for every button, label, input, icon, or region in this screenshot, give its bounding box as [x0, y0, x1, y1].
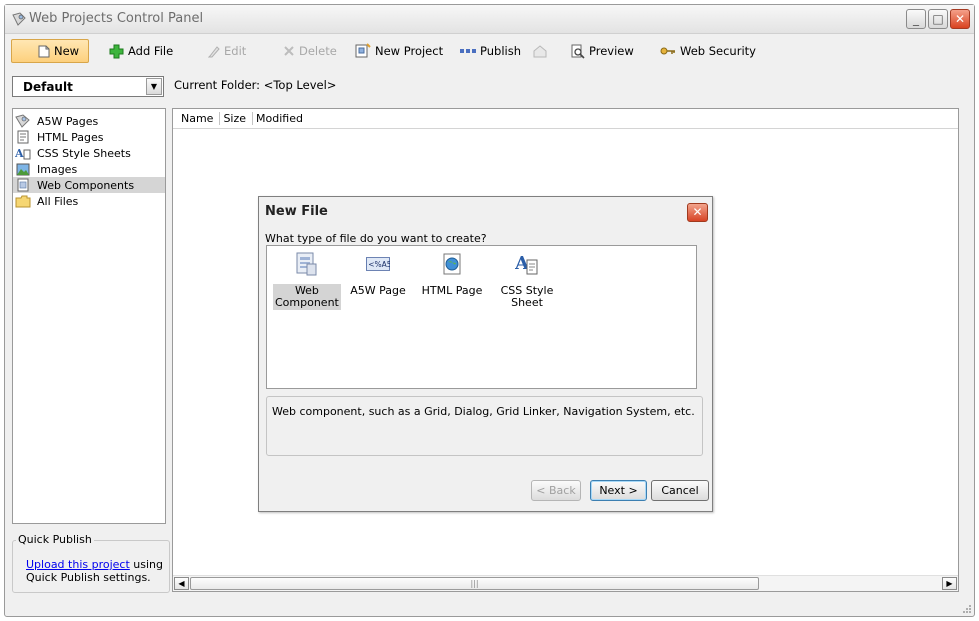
- toolbar: New Add File Edit Delete New Project Pub…: [5, 35, 974, 67]
- tree-item-label: Images: [37, 162, 78, 176]
- preview-label: Preview: [589, 44, 634, 58]
- folder-icon: [15, 194, 31, 208]
- file-type-tree: A5W Pages HTML Pages A CSS Style Sheets …: [12, 108, 166, 524]
- file-type-web-component[interactable]: Web Component: [273, 252, 341, 310]
- new-file-icon: [38, 45, 50, 57]
- scroll-thumb[interactable]: |||: [190, 577, 759, 590]
- dialog-close-button[interactable]: ✕: [687, 203, 708, 222]
- tree-item-label: Web Components: [37, 178, 135, 192]
- column-modified[interactable]: Modified: [253, 112, 309, 125]
- new-file-dialog: New File ✕ What type of file do you want…: [258, 196, 713, 512]
- minimize-button[interactable]: _: [906, 9, 926, 29]
- tree-item-css-style-sheets[interactable]: A CSS Style Sheets: [13, 145, 165, 161]
- title-bar: Web Projects Control Panel _ □ ✕: [5, 5, 974, 34]
- file-type-description: Web component, such as a Grid, Dialog, G…: [266, 396, 703, 456]
- tree-item-a5w-pages[interactable]: A5W Pages: [13, 113, 165, 129]
- quick-publish-group: Quick Publish Upload this project using …: [12, 533, 170, 593]
- house-icon: [533, 45, 547, 58]
- column-name[interactable]: Name: [178, 112, 221, 125]
- publish-icon: [460, 49, 476, 53]
- upload-project-link[interactable]: Upload this project: [26, 558, 130, 571]
- current-folder-value: <Top Level>: [263, 78, 337, 92]
- new-project-icon: [355, 43, 371, 58]
- tree-item-label: CSS Style Sheets: [37, 146, 131, 160]
- window-title: Web Projects Control Panel: [29, 11, 204, 26]
- resize-grip-icon[interactable]: [962, 604, 972, 614]
- a5w-pages-icon: [15, 114, 31, 128]
- tree-item-label: All Files: [37, 194, 79, 208]
- add-file-button[interactable]: Add File: [103, 39, 179, 63]
- web-security-button[interactable]: Web Security: [654, 39, 762, 63]
- next-button[interactable]: Next >: [590, 480, 647, 501]
- svg-text:<%A5: <%A5: [368, 260, 390, 269]
- new-project-button[interactable]: New Project: [349, 39, 449, 63]
- tree-item-html-pages[interactable]: HTML Pages: [13, 129, 165, 145]
- web-component-icon: [294, 252, 318, 276]
- horizontal-scrollbar[interactable]: ◀ ||| ▶: [173, 575, 958, 591]
- delete-button[interactable]: Delete: [277, 39, 343, 63]
- add-icon: [109, 44, 124, 58]
- css-icon: A: [15, 146, 31, 160]
- back-button[interactable]: < Back: [531, 480, 581, 501]
- upload-button[interactable]: [526, 39, 554, 63]
- column-size[interactable]: Size: [220, 112, 254, 125]
- maximize-button[interactable]: □: [928, 9, 948, 29]
- quick-publish-title: Quick Publish: [16, 533, 94, 546]
- current-folder-label: Current Folder:: [174, 78, 261, 92]
- chevron-down-icon[interactable]: ▼: [146, 78, 162, 95]
- images-icon: [15, 162, 31, 176]
- preview-button[interactable]: Preview: [565, 39, 640, 63]
- css-style-sheet-icon: A: [515, 252, 539, 276]
- file-type-label: HTML Page: [421, 284, 483, 297]
- project-select-value: Default: [23, 80, 73, 94]
- html-page-icon: [440, 252, 464, 276]
- file-type-list: Web Component <%A5 A5W Page HTML Page A C…: [266, 245, 697, 389]
- tree-item-label: HTML Pages: [37, 130, 104, 144]
- new-project-label: New Project: [375, 44, 444, 58]
- scroll-left-arrow[interactable]: ◀: [174, 577, 189, 590]
- dialog-title: New File: [265, 204, 328, 219]
- publish-button[interactable]: Publish: [454, 39, 527, 63]
- file-type-a5w-page[interactable]: <%A5 A5W Page: [345, 252, 411, 298]
- edit-button[interactable]: Edit: [202, 39, 252, 63]
- delete-label: Delete: [299, 44, 337, 58]
- file-type-label: CSS Style Sheet: [500, 284, 554, 309]
- file-type-label: Web Component: [273, 284, 341, 310]
- dialog-question: What type of file do you want to create?: [265, 232, 487, 245]
- app-icon: [12, 12, 26, 26]
- tree-item-label: A5W Pages: [37, 114, 99, 128]
- web-components-icon: [15, 178, 31, 192]
- file-list-header: Name Size Modified: [173, 109, 958, 129]
- delete-icon: [284, 46, 294, 56]
- current-folder: Current Folder: <Top Level>: [174, 78, 336, 92]
- new-button[interactable]: New: [11, 39, 89, 63]
- add-file-label: Add File: [128, 44, 174, 58]
- scroll-right-arrow[interactable]: ▶: [942, 577, 957, 590]
- tree-item-all-files[interactable]: All Files: [13, 193, 165, 209]
- new-button-label: New: [54, 44, 80, 58]
- preview-icon: [571, 44, 585, 59]
- a5w-page-icon: <%A5: [366, 252, 390, 276]
- quick-publish-text: Upload this project using Quick Publish …: [26, 558, 166, 584]
- svg-text:A: A: [15, 147, 24, 160]
- project-select[interactable]: Default ▼: [12, 76, 164, 97]
- edit-label: Edit: [224, 44, 247, 58]
- tree-item-web-components[interactable]: Web Components: [13, 177, 165, 193]
- key-icon: [660, 47, 675, 55]
- file-type-html-page[interactable]: HTML Page: [419, 252, 485, 298]
- file-type-label: A5W Page: [350, 284, 406, 297]
- close-window-button[interactable]: ✕: [950, 9, 970, 29]
- pencil-icon: [208, 45, 220, 57]
- html-pages-icon: [15, 130, 31, 144]
- file-type-css-style-sheet[interactable]: A CSS Style Sheet: [494, 252, 560, 310]
- publish-label: Publish: [480, 44, 521, 58]
- cancel-button[interactable]: Cancel: [651, 480, 709, 501]
- tree-item-images[interactable]: Images: [13, 161, 165, 177]
- web-security-label: Web Security: [680, 44, 756, 58]
